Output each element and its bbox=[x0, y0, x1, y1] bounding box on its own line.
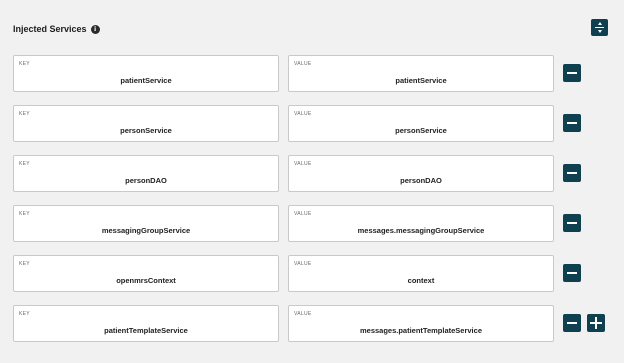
minus-icon bbox=[567, 72, 577, 74]
service-row: KEY messagingGroupService VALUE messages… bbox=[13, 205, 608, 242]
remove-row-button[interactable] bbox=[563, 114, 581, 132]
key-value: patientService bbox=[120, 76, 172, 85]
key-label: KEY bbox=[19, 111, 30, 117]
remove-row-button[interactable] bbox=[563, 264, 581, 282]
value-field[interactable]: VALUE personService bbox=[288, 105, 554, 142]
minus-icon bbox=[567, 122, 577, 124]
collapse-button[interactable] bbox=[591, 19, 608, 36]
value-value: messages.patientTemplateService bbox=[359, 326, 482, 335]
info-icon[interactable]: i bbox=[90, 24, 100, 34]
key-label: KEY bbox=[19, 61, 30, 67]
key-value: personService bbox=[120, 126, 172, 135]
value-label: VALUE bbox=[294, 111, 312, 117]
key-field[interactable]: KEY patientTemplateService bbox=[13, 305, 279, 342]
key-field[interactable]: KEY patientService bbox=[13, 55, 279, 92]
value-value: messages.messagingGroupService bbox=[357, 226, 485, 235]
minus-icon bbox=[567, 322, 577, 324]
value-field[interactable]: VALUE messages.messagingGroupService bbox=[288, 205, 554, 242]
value-field[interactable]: VALUE personDAO bbox=[288, 155, 554, 192]
minus-icon bbox=[567, 272, 577, 274]
key-label: KEY bbox=[19, 261, 30, 267]
value-value: patientService bbox=[395, 76, 447, 85]
section-header: Injected Services i bbox=[13, 24, 100, 34]
remove-row-button[interactable] bbox=[563, 64, 581, 82]
service-row: KEY personService VALUE personService bbox=[13, 105, 608, 142]
key-value: openmrsContext bbox=[116, 276, 176, 285]
key-value: messagingGroupService bbox=[101, 226, 191, 235]
key-field[interactable]: KEY personService bbox=[13, 105, 279, 142]
value-field[interactable]: VALUE context bbox=[288, 255, 554, 292]
value-label: VALUE bbox=[294, 61, 312, 67]
value-value: personDAO bbox=[400, 176, 442, 185]
value-field[interactable]: VALUE messages.patientTemplateService bbox=[288, 305, 554, 342]
minus-icon bbox=[567, 222, 577, 224]
service-row: KEY personDAO VALUE personDAO bbox=[13, 155, 608, 192]
value-label: VALUE bbox=[294, 311, 312, 317]
key-label: KEY bbox=[19, 161, 30, 167]
minus-icon bbox=[567, 172, 577, 174]
value-label: VALUE bbox=[294, 211, 312, 217]
key-field[interactable]: KEY personDAO bbox=[13, 155, 279, 192]
service-row: KEY patientTemplateService VALUE message… bbox=[13, 305, 608, 342]
add-row-button[interactable] bbox=[587, 314, 605, 332]
remove-row-button[interactable] bbox=[563, 314, 581, 332]
key-field[interactable]: KEY openmrsContext bbox=[13, 255, 279, 292]
key-value: personDAO bbox=[125, 176, 167, 185]
value-value: personService bbox=[395, 126, 447, 135]
section-title: Injected Services bbox=[13, 24, 87, 34]
key-label: KEY bbox=[19, 311, 30, 317]
value-value: context bbox=[407, 276, 435, 285]
key-field[interactable]: KEY messagingGroupService bbox=[13, 205, 279, 242]
service-row: KEY openmrsContext VALUE context bbox=[13, 255, 608, 292]
remove-row-button[interactable] bbox=[563, 214, 581, 232]
remove-row-button[interactable] bbox=[563, 164, 581, 182]
key-label: KEY bbox=[19, 211, 30, 217]
value-label: VALUE bbox=[294, 161, 312, 167]
collapse-expand-icon bbox=[595, 22, 604, 33]
value-field[interactable]: VALUE patientService bbox=[288, 55, 554, 92]
plus-icon bbox=[590, 317, 602, 329]
key-value: patientTemplateService bbox=[104, 326, 188, 335]
service-row: KEY patientService VALUE patientService bbox=[13, 55, 608, 92]
value-label: VALUE bbox=[294, 261, 312, 267]
